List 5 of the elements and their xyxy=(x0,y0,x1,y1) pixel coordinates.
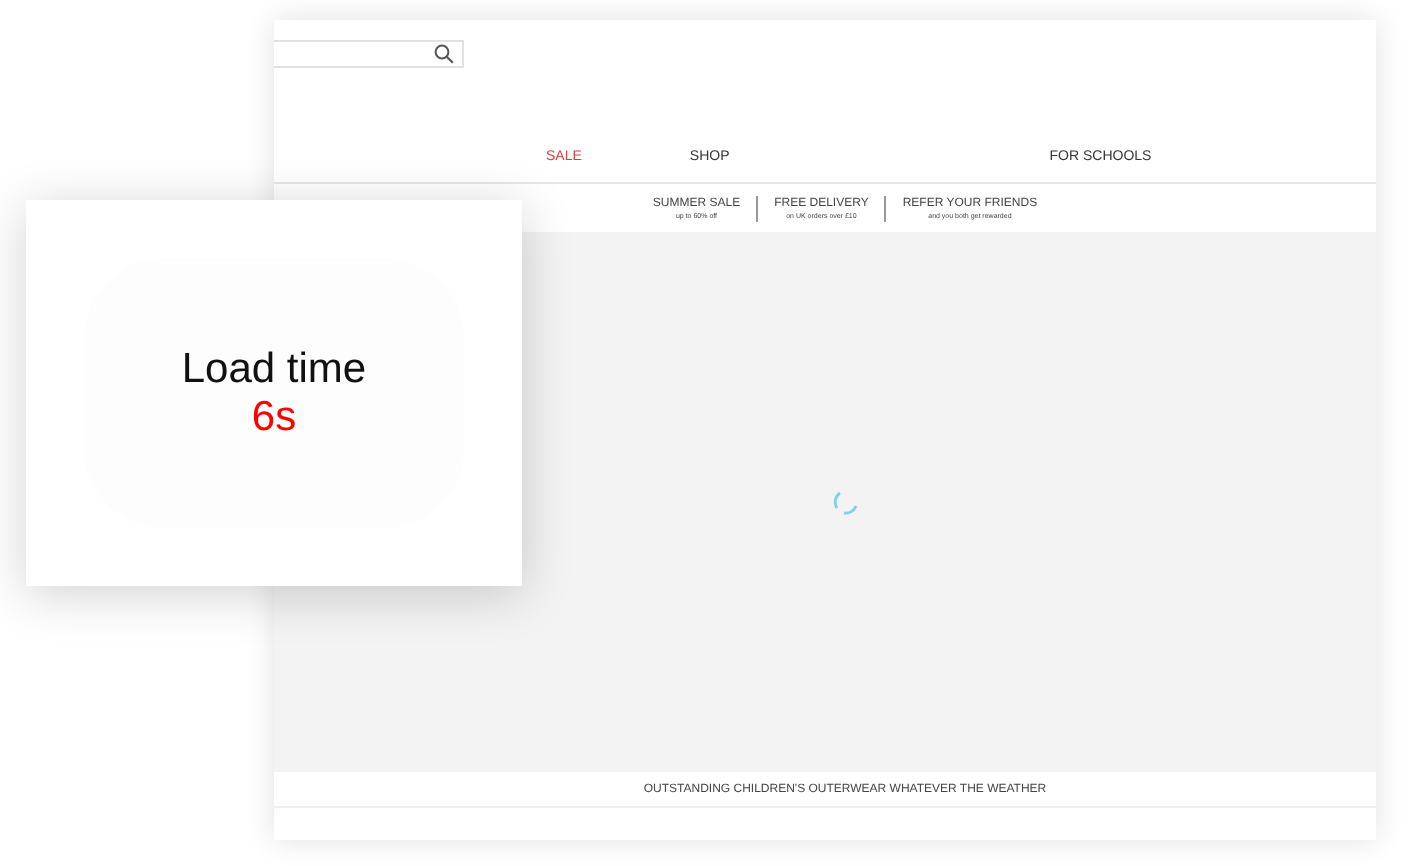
loading-spinner-icon xyxy=(831,488,859,516)
search-icon xyxy=(434,44,454,64)
load-time-value: 6s xyxy=(251,393,297,441)
load-time-label: Load time xyxy=(181,345,367,393)
search-field[interactable] xyxy=(274,40,464,68)
